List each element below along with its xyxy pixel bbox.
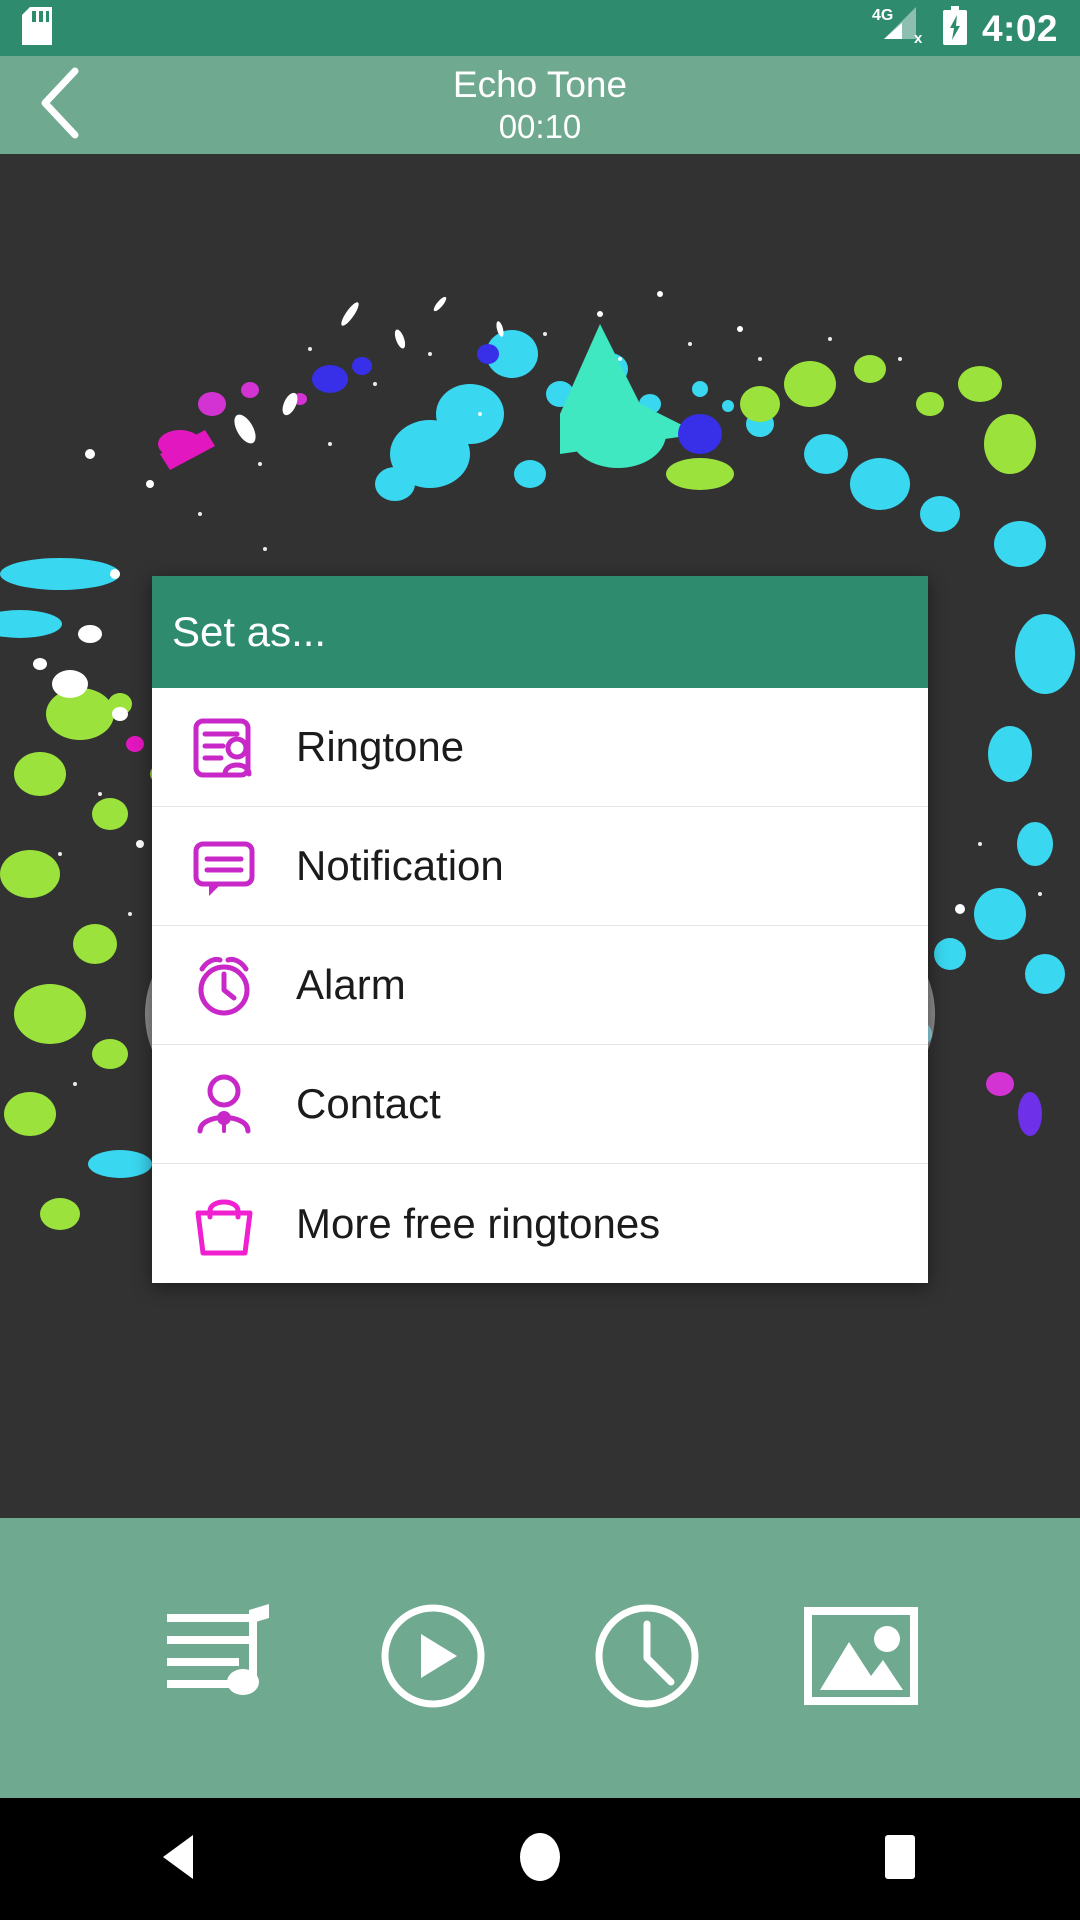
dialog-header: Set as... [152, 576, 928, 688]
menu-item-label: More free ringtones [296, 1199, 661, 1247]
player-toolbar [0, 1518, 1080, 1798]
person-icon [178, 1058, 270, 1150]
image-icon [803, 1606, 919, 1711]
dialog-title: Set as... [172, 608, 327, 655]
nav-recents-square-icon [878, 1832, 922, 1887]
page-title: Echo Tone [452, 64, 628, 106]
menu-item-label: Alarm [296, 961, 406, 1008]
phone-screen: 4G x 4:02 Echo Tone 00:10 Set as... Ring… [0, 0, 1080, 1920]
battery-charging-icon [942, 5, 968, 51]
svg-text:4G: 4G [872, 7, 893, 24]
status-bar-right: 4G x 4:02 [872, 5, 1058, 52]
timer-button[interactable] [572, 1583, 722, 1733]
back-button[interactable] [0, 56, 120, 154]
android-nav-bar [0, 1798, 1080, 1920]
app-bar: Echo Tone 00:10 [0, 56, 1080, 154]
play-button[interactable] [358, 1583, 508, 1733]
menu-item-more-free-ringtones[interactable]: More free ringtones [152, 1164, 928, 1283]
dialog-body: Ringtone Notification Alarm Contact More… [152, 688, 928, 1283]
status-bar: 4G x 4:02 [0, 0, 1080, 56]
status-bar-clock: 4:02 [981, 7, 1058, 49]
menu-item-notification[interactable]: Notification [152, 807, 928, 926]
clock-icon [591, 1600, 703, 1717]
contact-card-icon [178, 701, 270, 793]
signal-no-service-icon: 4G x [872, 5, 928, 52]
svg-text:x: x [914, 30, 923, 47]
nav-back-triangle-icon [157, 1832, 203, 1887]
nav-back-button[interactable] [100, 1798, 260, 1920]
menu-item-label: Notification [296, 842, 504, 889]
track-duration: 00:10 [498, 108, 582, 146]
app-bar-titles: Echo Tone 00:10 [0, 56, 1080, 154]
alarm-clock-icon [178, 939, 270, 1031]
menu-item-label: Ringtone [296, 723, 465, 770]
sd-card-icon [22, 6, 52, 50]
shopping-bag-icon [178, 1178, 270, 1270]
speech-bubble-icon [178, 820, 270, 912]
menu-item-label: Contact [296, 1080, 441, 1127]
image-button[interactable] [786, 1583, 936, 1733]
menu-item-ringtone[interactable]: Ringtone [152, 688, 928, 807]
set-as-dialog: Set as... Ringtone Notification Alarm Co… [152, 576, 928, 1283]
playlist-music-icon [161, 1603, 277, 1713]
playlist-button[interactable] [144, 1583, 294, 1733]
back-chevron-icon [37, 67, 83, 144]
menu-item-contact[interactable]: Contact [152, 1045, 928, 1164]
status-bar-left [22, 6, 52, 50]
play-circle-icon [377, 1600, 489, 1717]
nav-home-circle-icon [516, 1831, 564, 1888]
nav-home-button[interactable] [460, 1798, 620, 1920]
nav-recents-button[interactable] [820, 1798, 980, 1920]
menu-item-alarm[interactable]: Alarm [152, 926, 928, 1045]
